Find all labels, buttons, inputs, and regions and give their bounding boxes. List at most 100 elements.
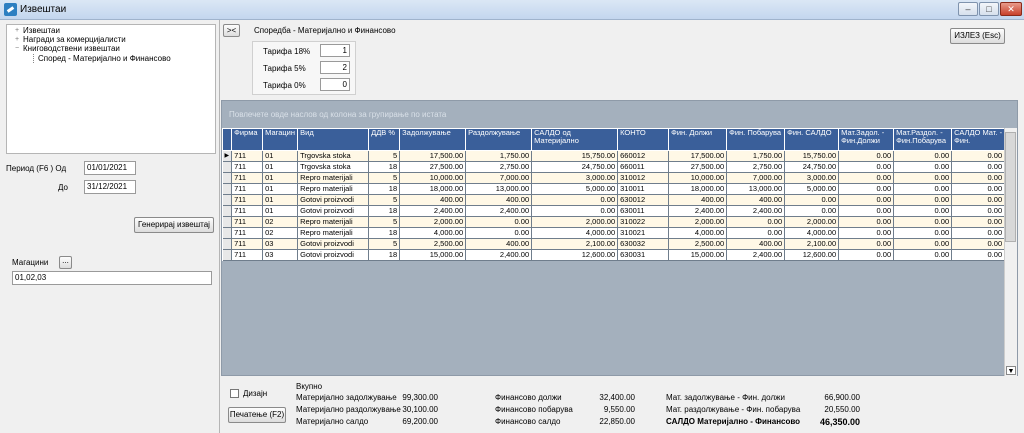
- table-cell[interactable]: 711: [231, 172, 264, 184]
- table-cell[interactable]: 0.00: [838, 194, 895, 206]
- table-cell[interactable]: 0.00: [838, 238, 895, 250]
- table-cell[interactable]: 0.00: [893, 249, 953, 261]
- current-row-indicator-icon[interactable]: ▶: [222, 150, 233, 162]
- table-cell[interactable]: 4,000.00: [784, 227, 840, 239]
- table-cell[interactable]: 10,000.00: [668, 172, 728, 184]
- period-to-field[interactable]: 31/12/2021: [84, 180, 136, 194]
- table-cell[interactable]: 4,000.00: [531, 227, 619, 239]
- table-cell[interactable]: 18: [368, 161, 401, 173]
- tree-item-sporedba[interactable]: Според - Материјално и Финансово: [33, 54, 171, 63]
- table-cell[interactable]: 711: [231, 238, 264, 250]
- table-cell[interactable]: 17,500.00: [399, 150, 467, 162]
- scroll-down-icon[interactable]: ▼: [1006, 366, 1016, 375]
- row-header[interactable]: [222, 161, 233, 173]
- table-cell[interactable]: 27,500.00: [399, 161, 467, 173]
- table-cell[interactable]: 2,750.00: [465, 161, 533, 173]
- maximize-button[interactable]: □: [979, 2, 999, 16]
- table-cell[interactable]: 4,000.00: [668, 227, 728, 239]
- row-header[interactable]: [222, 238, 233, 250]
- table-cell[interactable]: 18: [368, 249, 401, 261]
- table-cell[interactable]: 0.00: [726, 216, 786, 228]
- generate-report-button[interactable]: Генерирај извештај: [134, 217, 214, 233]
- table-cell[interactable]: 3,000.00: [531, 172, 619, 184]
- table-cell[interactable]: 0.00: [838, 205, 895, 217]
- table-cell[interactable]: 01: [262, 205, 299, 217]
- column-header[interactable]: САЛДО од Материјално: [531, 128, 619, 151]
- table-cell[interactable]: 0.00: [893, 238, 953, 250]
- table-cell[interactable]: 18: [368, 227, 401, 239]
- row-header[interactable]: [222, 172, 233, 184]
- row-header[interactable]: [222, 205, 233, 217]
- table-cell[interactable]: 15,000.00: [668, 249, 728, 261]
- table-cell[interactable]: 0.00: [838, 183, 895, 195]
- row-header[interactable]: [222, 227, 233, 239]
- table-cell[interactable]: 0.00: [893, 194, 953, 206]
- table-cell[interactable]: 0.00: [838, 216, 895, 228]
- column-header[interactable]: Раздолжување: [465, 128, 533, 151]
- table-cell[interactable]: 2,100.00: [784, 238, 840, 250]
- table-cell[interactable]: 0.00: [838, 161, 895, 173]
- tarifa-18-field[interactable]: 1: [320, 44, 350, 57]
- table-cell[interactable]: 2,000.00: [784, 216, 840, 228]
- table-cell[interactable]: 310022: [617, 216, 670, 228]
- table-row[interactable]: 711 01 Repro materijali 18 18,000.00 13,000.0…: [222, 183, 1006, 195]
- table-cell[interactable]: 0.00: [893, 183, 953, 195]
- table-cell[interactable]: 2,100.00: [531, 238, 619, 250]
- table-cell[interactable]: Gotovi proizvodi: [297, 194, 370, 206]
- table-cell[interactable]: 0.00: [784, 205, 840, 217]
- tarifa-0-field[interactable]: 0: [320, 78, 350, 91]
- scrollbar-thumb[interactable]: [1005, 132, 1016, 242]
- column-header[interactable]: ДДВ %: [368, 128, 401, 151]
- row-header[interactable]: [222, 249, 233, 261]
- table-row[interactable]: 711 03 Gotovi proizvodi 5 2,500.00 400.00 2,10…: [222, 238, 1006, 250]
- table-cell[interactable]: 5: [368, 216, 401, 228]
- table-cell[interactable]: 0.00: [951, 216, 1006, 228]
- table-cell[interactable]: 400.00: [668, 194, 728, 206]
- table-cell[interactable]: 01: [262, 150, 299, 162]
- column-header[interactable]: Мат.Задол. - Фин.Должи: [838, 128, 895, 151]
- collapse-panel-button[interactable]: ><: [223, 24, 240, 37]
- table-cell[interactable]: 0.00: [951, 205, 1006, 217]
- column-header[interactable]: Мат.Раздол. - Фин.Побарува: [893, 128, 953, 151]
- table-cell[interactable]: 01: [262, 161, 299, 173]
- table-cell[interactable]: 2,000.00: [531, 216, 619, 228]
- table-cell[interactable]: 2,000.00: [668, 216, 728, 228]
- table-cell[interactable]: 12,600.00: [531, 249, 619, 261]
- table-cell[interactable]: 2,000.00: [399, 216, 467, 228]
- table-cell[interactable]: 02: [262, 216, 299, 228]
- table-row[interactable]: 711 03 Gotovi proizvodi 18 15,000.00 2,400.00…: [222, 249, 1006, 261]
- table-cell[interactable]: 400.00: [399, 194, 467, 206]
- column-header[interactable]: Фин. САЛДО: [784, 128, 840, 151]
- row-header[interactable]: [222, 194, 233, 206]
- table-cell[interactable]: 660012: [617, 150, 670, 162]
- table-cell[interactable]: 5: [368, 194, 401, 206]
- design-checkbox[interactable]: [230, 389, 239, 398]
- table-cell[interactable]: 0.00: [951, 227, 1006, 239]
- column-header[interactable]: Фин. Должи: [668, 128, 728, 151]
- table-cell[interactable]: 1,750.00: [465, 150, 533, 162]
- table-cell[interactable]: 10,000.00: [399, 172, 467, 184]
- table-cell[interactable]: 15,000.00: [399, 249, 467, 261]
- collapse-icon[interactable]: −: [15, 45, 19, 52]
- column-header[interactable]: Вид: [297, 128, 370, 151]
- column-header[interactable]: КОНТО: [617, 128, 670, 151]
- table-cell[interactable]: 0.00: [838, 172, 895, 184]
- table-cell[interactable]: 400.00: [465, 238, 533, 250]
- table-cell[interactable]: 630011: [617, 205, 670, 217]
- column-header[interactable]: САЛДО Мат. - Фин.: [951, 128, 1006, 151]
- table-cell[interactable]: 15,750.00: [531, 150, 619, 162]
- column-header[interactable]: Задолжување: [399, 128, 467, 151]
- expand-icon[interactable]: +: [15, 36, 19, 43]
- table-cell[interactable]: 400.00: [465, 194, 533, 206]
- table-cell[interactable]: 01: [262, 183, 299, 195]
- table-cell[interactable]: 03: [262, 238, 299, 250]
- table-row[interactable]: 711 01 Gotovi proizvodi 5 400.00 400.00 0.00 63…: [222, 194, 1006, 206]
- table-cell[interactable]: 7,000.00: [465, 172, 533, 184]
- table-cell[interactable]: 15,750.00: [784, 150, 840, 162]
- table-cell[interactable]: 24,750.00: [531, 161, 619, 173]
- table-cell[interactable]: 5: [368, 238, 401, 250]
- table-cell[interactable]: 0.00: [951, 194, 1006, 206]
- table-cell[interactable]: 310021: [617, 227, 670, 239]
- table-cell[interactable]: 27,500.00: [668, 161, 728, 173]
- table-cell[interactable]: 5: [368, 172, 401, 184]
